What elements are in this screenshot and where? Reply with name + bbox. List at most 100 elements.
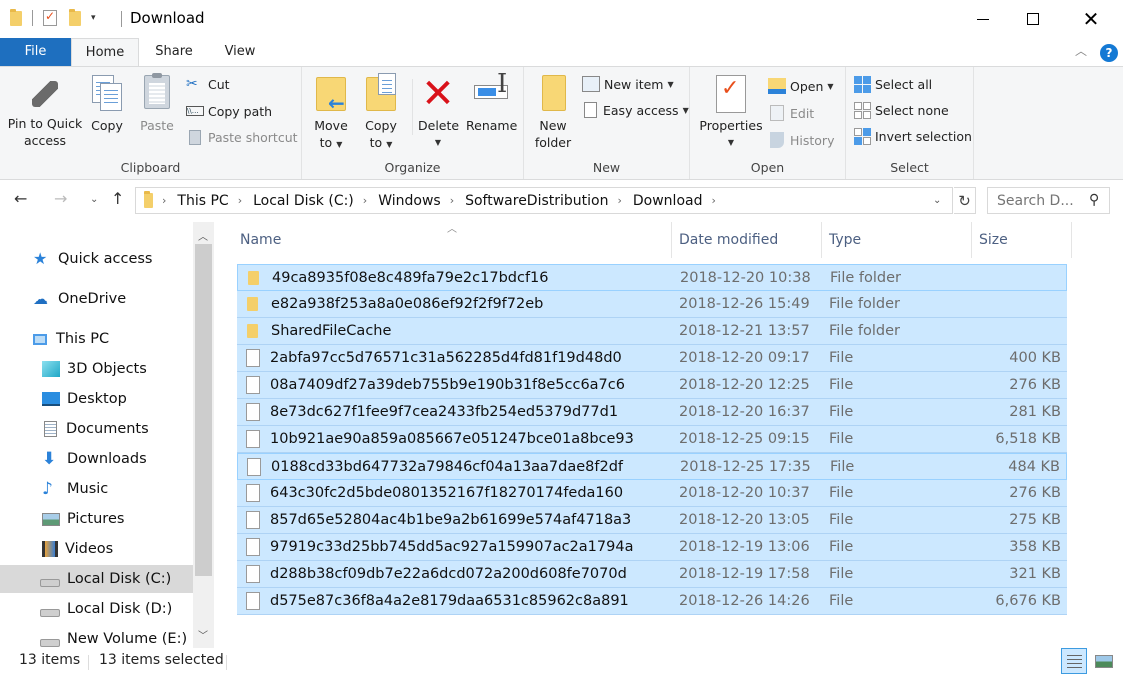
file-row[interactable]: d575e87c36f8a4a2e8179daa6531c85962c8a891…	[237, 588, 1067, 615]
scroll-up-icon[interactable]: ︿	[198, 228, 208, 243]
sidebar-item-music[interactable]: ♪ Music	[0, 475, 193, 503]
breadcrumb-download[interactable]: Download	[633, 193, 703, 209]
search-input[interactable]	[997, 192, 1085, 209]
breadcrumb-windows[interactable]: Windows	[378, 193, 441, 209]
breadcrumb-local-disk-c[interactable]: Local Disk (C:)	[253, 193, 354, 209]
file-row[interactable]: 857d65e52804ac4b1be9a2b61699e574af4718a3…	[237, 507, 1067, 534]
sidebar-item-videos[interactable]: Videos	[0, 535, 193, 563]
column-header-type[interactable]: Type	[826, 222, 972, 258]
scroll-down-icon[interactable]: ﹀	[198, 627, 208, 642]
rename-button[interactable]: Rename	[466, 73, 517, 134]
date-modified-cell: 2018-12-20 13:05	[679, 512, 810, 528]
file-row[interactable]: d288b38cf09db7e22a6dcd072a200d608fe7070d…	[237, 561, 1067, 588]
date-modified-cell: 2018-12-19 13:06	[679, 539, 810, 555]
breadcrumb-chevron-icon[interactable]: ›	[711, 194, 715, 207]
up-arrow-icon[interactable]: ↑	[111, 189, 124, 208]
new-folder-button[interactable]: New folder	[532, 73, 574, 151]
sidebar-item-desktop[interactable]: Desktop	[0, 385, 193, 413]
column-header-size[interactable]: Size	[976, 222, 1072, 258]
breadcrumb-this-pc[interactable]: This PC	[177, 193, 228, 209]
tab-view[interactable]: View	[206, 38, 274, 66]
sidebar-item-local-disk-d[interactable]: Local Disk (D:)	[0, 595, 193, 623]
scrollbar-thumb[interactable]	[195, 244, 212, 576]
cloud-icon: ☁	[33, 290, 48, 308]
sidebar-item-onedrive[interactable]: ☁ OneDrive	[0, 285, 193, 313]
file-icon	[246, 349, 260, 367]
cut-button[interactable]: ✂ Cut	[186, 73, 230, 95]
date-modified-cell: 2018-12-25 09:15	[679, 431, 810, 447]
breadcrumb-softwaredistribution[interactable]: SoftwareDistribution	[465, 193, 608, 209]
file-row[interactable]: 2abfa97cc5d76571c31a562285d4fd81f19d48d0…	[237, 345, 1067, 372]
select-all-button[interactable]: Select all	[854, 73, 932, 95]
search-box[interactable]: ⚲	[987, 187, 1110, 214]
address-history-dropdown-icon[interactable]: ⌄	[933, 195, 941, 206]
sidebar-item-this-pc[interactable]: This PC	[0, 325, 193, 353]
size-cell: 275 KB	[1009, 512, 1061, 528]
collapse-ribbon-icon[interactable]: ︿	[1075, 42, 1087, 59]
pin-to-quick-access-button[interactable]: Pin to Quick access	[6, 73, 84, 149]
refresh-button[interactable]: ↻	[954, 187, 976, 214]
file-row[interactable]: 0188cd33bd647732a79846cf04a13aa7dae8f2df…	[237, 453, 1067, 480]
delete-button[interactable]: ✕ Delete ▼	[418, 73, 459, 151]
paste-shortcut-button[interactable]: Paste shortcut	[186, 126, 298, 148]
sidebar-item-documents[interactable]: Documents	[0, 415, 193, 443]
file-row[interactable]: 08a7409df27a39deb755b9e190b31f8e5cc6a7c6…	[237, 372, 1067, 399]
sidebar-scrollbar[interactable]: ︿ ﹀	[193, 222, 214, 648]
recent-locations-chevron-icon[interactable]: ⌄	[90, 194, 98, 205]
breadcrumb-chevron-icon[interactable]: ›	[238, 194, 242, 207]
large-icons-view-button[interactable]	[1091, 648, 1117, 674]
invert-selection-button[interactable]: Invert selection	[854, 125, 972, 147]
edit-button[interactable]: Edit	[768, 102, 814, 124]
breadcrumb-chevron-icon[interactable]: ›	[162, 194, 166, 207]
file-row[interactable]: e82a938f253a8a0e086ef92f2f9f72eb 2018-12-…	[237, 291, 1067, 318]
breadcrumb-chevron-icon[interactable]: ›	[450, 194, 454, 207]
file-row[interactable]: SharedFileCache 2018-12-21 13:57 File fold…	[237, 318, 1067, 345]
history-button[interactable]: History	[768, 129, 834, 151]
sidebar-item-local-disk-c[interactable]: Local Disk (C:)	[0, 565, 193, 593]
tab-share[interactable]: Share	[140, 38, 208, 66]
tab-file[interactable]: File	[0, 38, 71, 66]
file-row[interactable]: 97919c33d25bb745dd5ac927a159907ac2a1794a…	[237, 534, 1067, 561]
copy-path-button[interactable]: \\… Copy path	[186, 100, 272, 122]
easy-access-button[interactable]: Easy access ▼	[582, 99, 689, 121]
cube-icon	[42, 361, 60, 377]
file-row[interactable]: 643c30fc2d5bde0801352167f18270174feda160…	[237, 480, 1067, 507]
search-icon[interactable]: ⚲	[1089, 192, 1099, 208]
new-item-button[interactable]: New item ▼	[582, 73, 674, 95]
breadcrumb-chevron-icon[interactable]: ›	[363, 194, 367, 207]
file-row[interactable]: 8e73dc627f1fee9f7cea2433fb254ed5379d77d1…	[237, 399, 1067, 426]
minimize-button[interactable]	[960, 0, 1006, 38]
file-row[interactable]: 10b921ae90a859a085667e051247bce01a8bce93…	[237, 426, 1067, 453]
open-button[interactable]: Open ▼	[768, 75, 834, 97]
address-bar[interactable]: › This PC › Local Disk (C:) › Windows › …	[135, 187, 953, 214]
copy-button[interactable]: Copy	[88, 73, 126, 134]
copy-to-button[interactable]: Copy to ▼	[362, 73, 400, 153]
close-button[interactable]: ✕	[1068, 0, 1114, 38]
properties-button[interactable]: Properties ▼	[698, 73, 764, 151]
tab-home[interactable]: Home	[71, 38, 139, 66]
maximize-button[interactable]	[1010, 0, 1056, 38]
file-name: 857d65e52804ac4b1be9a2b61699e574af4718a3	[270, 512, 632, 528]
column-header-name[interactable]: Name	[237, 222, 672, 258]
select-none-button[interactable]: Select none	[854, 99, 949, 121]
customize-toolbar-dropdown-icon[interactable]: ▾	[91, 13, 96, 23]
help-icon[interactable]: ?	[1100, 44, 1118, 62]
sidebar-item-3d-objects[interactable]: 3D Objects	[0, 355, 193, 383]
move-to-button[interactable]: ← Move to ▼	[312, 73, 350, 153]
type-cell: File	[829, 485, 854, 501]
forward-arrow-icon[interactable]: →	[54, 189, 67, 208]
back-arrow-icon[interactable]: ←	[14, 189, 27, 208]
easy-access-icon	[584, 102, 597, 118]
sidebar-item-quick-access[interactable]: ★ Quick access	[0, 245, 193, 273]
easy-access-label: Easy access	[603, 102, 679, 118]
file-row[interactable]: 49ca8935f08e8c489fa79e2c17bdcf16 2018-12-…	[237, 264, 1067, 291]
sidebar-item-new-volume-e[interactable]: New Volume (E:)	[0, 625, 193, 648]
paste-button[interactable]: Paste	[138, 73, 176, 134]
properties-icon[interactable]	[43, 9, 57, 26]
new-folder-icon[interactable]	[69, 8, 81, 26]
sidebar-item-pictures[interactable]: Pictures	[0, 505, 193, 533]
details-view-button[interactable]	[1061, 648, 1087, 674]
breadcrumb-chevron-icon[interactable]: ›	[617, 194, 621, 207]
column-header-date-modified[interactable]: Date modified	[676, 222, 822, 258]
sidebar-item-downloads[interactable]: ⬇ Downloads	[0, 445, 193, 473]
